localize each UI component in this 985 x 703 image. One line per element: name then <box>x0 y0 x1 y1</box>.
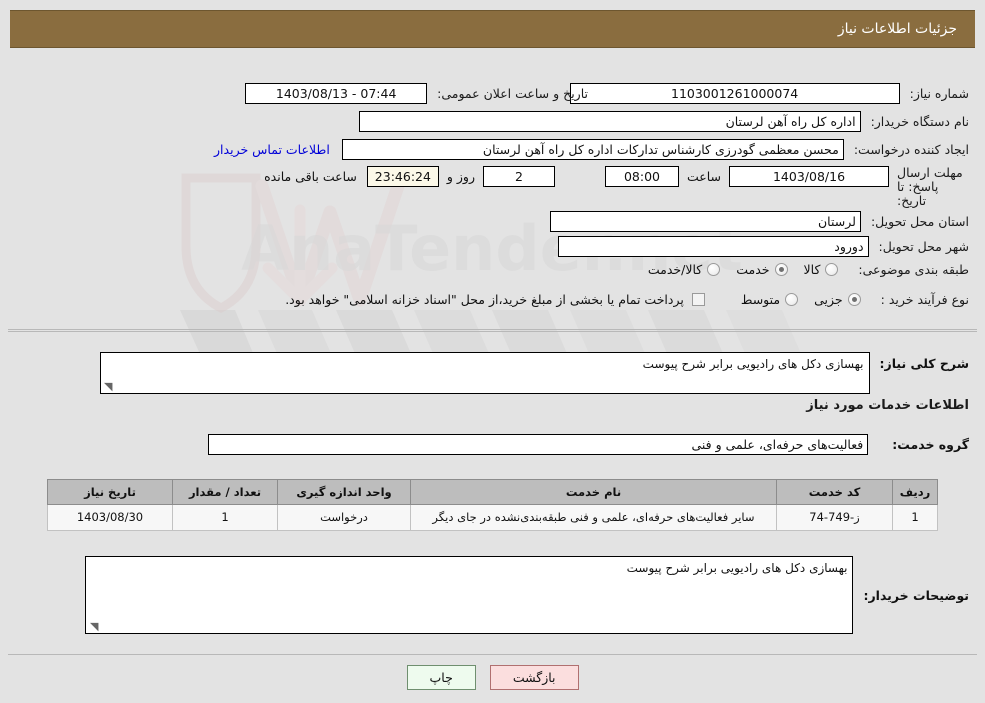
buyer-notes-label: توضیحات خریدار: <box>863 587 969 603</box>
buyer-org-field[interactable]: اداره کل راه آهن لرستان <box>358 111 861 132</box>
buyer-notes-textarea[interactable]: بهسازی دکل های رادیویی برابر شرح پیوست ◥ <box>85 556 854 634</box>
resize-grip-icon[interactable]: ◥ <box>103 381 112 392</box>
back-button[interactable]: بازگشت <box>489 664 579 690</box>
radio-category-khedmat[interactable] <box>774 263 788 276</box>
city-field[interactable]: دورود <box>557 236 869 257</box>
table-row: 1 ز-749-74 سایر فعالیت‌های حرفه‌ای، علمی… <box>47 504 938 531</box>
announce-datetime-field[interactable]: 07:44 - 1403/08/13 <box>245 83 428 104</box>
deadline-row: مهلت ارسال پاسخ: تا تاریخ: 1403/08/16 سا… <box>264 166 969 208</box>
need-number-label: شماره نیاز: <box>909 86 969 101</box>
deadline-time-field[interactable]: 08:00 <box>604 166 679 187</box>
col-quantity: تعداد / مقدار <box>172 479 278 505</box>
cell-need-date: 1403/08/30 <box>47 504 173 531</box>
cell-name: سایر فعالیت‌های حرفه‌ای، علمی و فنی طبقه… <box>410 504 777 531</box>
announce-datetime-label: تاریخ و ساعت اعلان عمومی: <box>437 86 588 101</box>
col-name: نام خدمت <box>410 479 777 505</box>
city-row: شهر محل تحویل: دورود <box>557 236 969 257</box>
process-type-row: نوع فرآیند خرید : جزیی متوسط پرداخت تمام… <box>285 292 969 307</box>
service-group-field[interactable]: فعالیت‌های حرفه‌ای، علمی و فنی <box>208 434 869 455</box>
province-row: استان محل تحویل: لرستان <box>549 211 969 232</box>
services-section-title: اطلاعات خدمات مورد نیاز <box>806 398 969 413</box>
province-field[interactable]: لرستان <box>549 211 861 232</box>
need-number-row: شماره نیاز: 1103001261000074 <box>569 83 969 104</box>
category-radio-group: کالا خدمت کالا/خدمت <box>632 262 839 277</box>
cell-code: ز-749-74 <box>776 504 893 531</box>
treasury-docs-label: پرداخت تمام یا بخشی از مبلغ خرید،از محل … <box>285 292 684 307</box>
service-group-label: گروه خدمت: <box>892 437 969 452</box>
deadline-date-field[interactable]: 1403/08/16 <box>729 166 889 187</box>
buyer-org-row: نام دستگاه خریدار: اداره کل راه آهن لرست… <box>358 111 969 132</box>
col-index: ردیف <box>892 479 938 505</box>
radio-category-kala-label: کالا <box>803 262 821 277</box>
category-label: طبقه بندی موضوعی: <box>858 262 969 277</box>
buyer-org-label: نام دستگاه خریدار: <box>870 114 969 129</box>
tender-detail-page: AnaTender.net جزئیات اطلاعات نیاز شماره … <box>0 0 985 703</box>
radio-category-khedmat-label: خدمت <box>736 262 770 277</box>
col-code: کد خدمت <box>776 479 893 505</box>
remaining-label: ساعت باقی مانده <box>264 169 357 184</box>
radio-process-motevaset[interactable] <box>785 293 799 306</box>
page-title: جزئیات اطلاعات نیاز <box>837 21 957 37</box>
countdown-field[interactable]: 23:46:24 <box>366 166 439 187</box>
remaining-days-field[interactable]: 2 <box>482 166 555 187</box>
days-label: روز و <box>446 169 475 184</box>
province-label: استان محل تحویل: <box>870 214 969 229</box>
radio-category-kala[interactable] <box>825 263 839 276</box>
announce-datetime-row: تاریخ و ساعت اعلان عمومی: 07:44 - 1403/0… <box>245 83 588 104</box>
general-description-label: شرح کلی نیاز: <box>879 356 969 371</box>
radio-process-motevaset-label: متوسط <box>740 292 781 307</box>
requester-field[interactable]: محسن معظمی گودرزی کارشناس تدارکات اداره … <box>341 139 844 160</box>
treasury-docs-checkbox[interactable] <box>691 293 705 306</box>
city-label: شهر محل تحویل: <box>878 239 969 254</box>
deadline-label: مهلت ارسال پاسخ: تا تاریخ: <box>897 165 963 208</box>
general-description-value: بهسازی دکل های رادیویی برابر شرح پیوست <box>642 357 864 371</box>
buyer-notes-value: بهسازی دکل های رادیویی برابر شرح پیوست <box>626 561 848 575</box>
page-header-bar: جزئیات اطلاعات نیاز <box>10 10 975 48</box>
hour-label: ساعت <box>686 169 721 184</box>
radio-process-jozei[interactable] <box>847 293 861 306</box>
footer-actions: بازگشت چاپ <box>0 652 985 702</box>
resize-grip-icon-notes[interactable]: ◥ <box>88 621 98 632</box>
process-radio-group: جزیی متوسط <box>725 292 861 307</box>
category-row: طبقه بندی موضوعی: کالا خدمت کالا/خدمت <box>632 262 969 277</box>
buyer-contact-link[interactable]: اطلاعات تماس خریدار <box>214 142 330 157</box>
cell-unit: درخواست <box>277 504 411 531</box>
requester-label: ایجاد کننده درخواست: <box>853 142 969 157</box>
radio-process-jozei-label: جزیی <box>814 292 843 307</box>
process-type-label: نوع فرآیند خرید : <box>880 292 969 307</box>
table-header-row: ردیف کد خدمت نام خدمت واحد اندازه گیری ت… <box>47 479 938 505</box>
need-number-field[interactable]: 1103001261000074 <box>569 83 900 104</box>
radio-category-kala-khedmat[interactable] <box>707 263 721 276</box>
general-description-textarea[interactable]: بهسازی دکل های رادیویی برابر شرح پیوست ◥ <box>99 352 870 394</box>
print-button[interactable]: چاپ <box>406 664 476 690</box>
col-unit: واحد اندازه گیری <box>277 479 411 505</box>
col-need-date: تاریخ نیاز <box>47 479 173 505</box>
requester-row: ایجاد کننده درخواست: محسن معظمی گودرزی ک… <box>214 139 969 160</box>
cell-index: 1 <box>892 504 938 531</box>
buyer-notes-row: توضیحات خریدار: بهسازی دکل های رادیویی ب… <box>85 556 969 634</box>
general-description-row: شرح کلی نیاز: بهسازی دکل های رادیویی برا… <box>99 352 969 394</box>
radio-category-kala-khedmat-label: کالا/خدمت <box>647 262 703 277</box>
services-table: ردیف کد خدمت نام خدمت واحد اندازه گیری ت… <box>47 479 938 531</box>
service-group-row: گروه خدمت: فعالیت‌های حرفه‌ای، علمی و فن… <box>208 434 969 455</box>
cell-quantity: 1 <box>172 504 278 531</box>
